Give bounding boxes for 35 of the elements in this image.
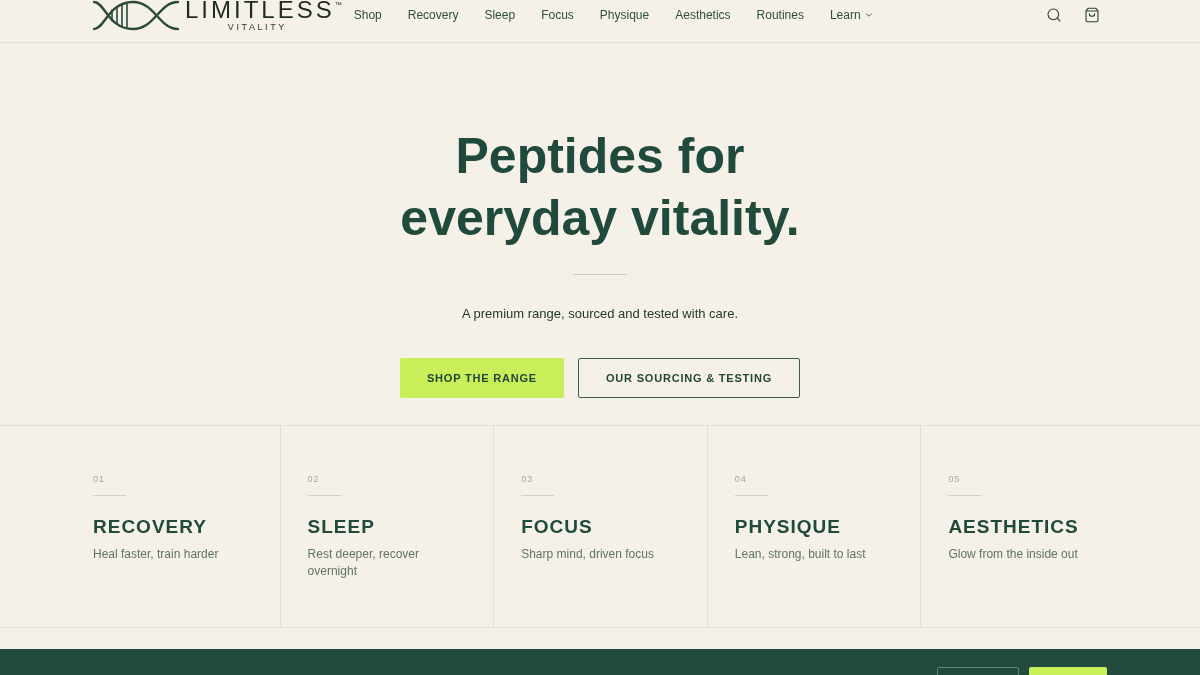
logo-tagline: VITALITY <box>227 22 287 33</box>
category-number: 03 <box>521 473 534 485</box>
category-title: RECOVERY <box>93 515 207 539</box>
nav-link[interactable]: Sleep <box>484 8 516 22</box>
category-number: 04 <box>734 473 747 485</box>
category-title: FOCUS <box>521 515 593 539</box>
category-description: Rest deeper, recover overnight <box>307 546 420 580</box>
category-number: 05 <box>948 473 961 485</box>
nav-link[interactable]: Recovery <box>407 8 459 22</box>
shop-button[interactable]: SHOP THE RANGE <box>399 358 564 398</box>
nav-link[interactable]: Focus <box>541 8 574 22</box>
hero-subtitle: A premium range, sourced and tested with care. <box>461 305 738 323</box>
search-icon <box>1046 7 1062 23</box>
hero-heading: Peptides for everyday vitality. <box>400 127 800 248</box>
category-description: Glow from the inside out <box>948 546 1078 563</box>
chevron-down-icon <box>863 10 874 20</box>
nav-link[interactable]: Aesthetics <box>675 8 731 22</box>
category-title: PHYSIQUE <box>734 515 841 539</box>
category-description: Lean, strong, built to last <box>734 546 866 563</box>
nav-link[interactable]: Physique <box>599 8 650 22</box>
nav-link[interactable]: Shop <box>353 8 382 22</box>
shopping-bag-icon <box>1084 7 1100 23</box>
logo-wordmark: LIMITLESS <box>185 0 335 20</box>
dna-logo-icon <box>93 0 179 31</box>
category-title: SLEEP <box>307 515 375 539</box>
search-button[interactable] <box>1046 7 1062 23</box>
bag-button[interactable] <box>1084 7 1100 23</box>
category-number: 02 <box>307 473 320 485</box>
category-description: Sharp mind, driven focus <box>521 546 654 563</box>
nav-link[interactable]: Routines <box>756 8 804 22</box>
nav-link[interactable]: Learn <box>829 8 874 22</box>
category-title: AESTHETICS <box>948 515 1079 539</box>
category-number: 01 <box>93 473 105 485</box>
sourcing-button[interactable]: OUR SOURCING & TESTING <box>577 358 801 398</box>
category-description: Heal faster, train harder <box>93 546 219 563</box>
